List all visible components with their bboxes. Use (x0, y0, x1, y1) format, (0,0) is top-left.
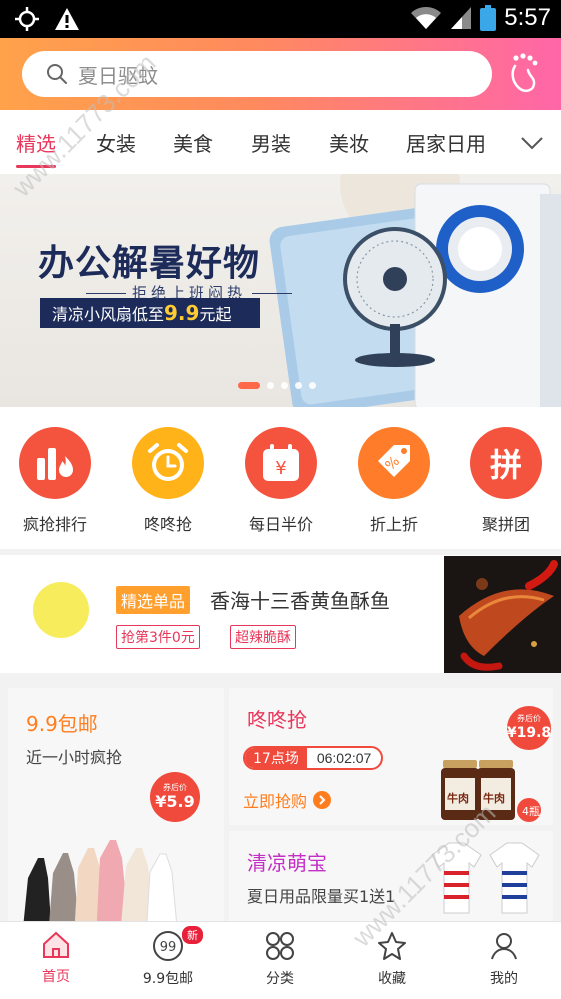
carousel-dot[interactable] (309, 382, 316, 389)
timer-countdown: 06:02:07 (316, 750, 372, 766)
quick-links: 疯抢排行 咚咚抢 ¥ 每日半价 % 折上折 拼 聚拼团 (0, 407, 561, 549)
decorative-ball (33, 582, 89, 638)
tab-mens[interactable]: 男装 (251, 110, 291, 174)
status-bar: 5:57 (0, 0, 561, 38)
banner-promo: 清凉小风扇低至 9.9 元起 (40, 298, 260, 328)
promo-suffix: 元起 (199, 305, 232, 324)
tab-food[interactable]: 美食 (173, 110, 213, 174)
wifi-icon (411, 7, 442, 29)
nav-label: 我的 (490, 971, 518, 987)
battery-icon (480, 5, 497, 31)
quick-link-flash-sale[interactable]: 咚咚抢 (123, 427, 213, 535)
featured-tag: 精选单品 (116, 586, 191, 614)
signal-icon (451, 7, 472, 29)
tab-womens[interactable]: 女装 (96, 110, 136, 174)
jar-label: 牛肉 (447, 792, 469, 805)
quick-link-extra-discount[interactable]: % 折上折 (349, 427, 439, 535)
gps-icon (15, 7, 39, 31)
category-grid-icon (266, 932, 294, 960)
discount-tag-icon: % (358, 427, 430, 499)
chevron-down-icon[interactable] (519, 130, 545, 156)
nine-nine-icon: 99 (153, 931, 183, 961)
card-title: 9.9包邮 (26, 712, 98, 736)
search-input[interactable]: 夏日驱蚊 (22, 51, 492, 97)
fried-fish-product-image (444, 556, 561, 673)
user-icon (491, 933, 517, 960)
carousel-indicator (238, 382, 316, 389)
tab-home-goods[interactable]: 居家日用 (406, 110, 486, 174)
nav-home[interactable]: 首页 (0, 930, 112, 986)
nav-label: 收藏 (378, 971, 406, 987)
alarm-clock-icon (132, 427, 204, 499)
price-badge: 券后价 ¥19.8 (507, 706, 551, 750)
new-badge: 新 (182, 926, 203, 944)
jar-label: 牛肉 (483, 792, 505, 805)
kids-tshirts-product-image (431, 842, 540, 914)
svg-text:99: 99 (160, 940, 177, 955)
card-subtitle: 夏日用品限量买1送1 (247, 887, 396, 906)
warning-icon (55, 8, 79, 30)
featured-title: 香海十三香黄鱼酥鱼 (210, 589, 390, 613)
search-icon (47, 64, 67, 84)
app-header: 夏日驱蚊 (0, 38, 561, 110)
badge-price: ¥19.8 (506, 725, 552, 741)
clock: 5:57 (504, 4, 551, 31)
badge-price: ¥5.9 (155, 792, 195, 811)
tab-selected[interactable]: 精选 (16, 110, 56, 174)
price-badge: 券后价 ¥5.9 (150, 772, 200, 822)
promo-grid: 9.9包邮 近一小时疯抢 券后价 ¥5.9 咚咚抢 17点场 06:02:07 … (0, 680, 561, 931)
nav-label: 分类 (266, 971, 294, 987)
nav-label: 9.9包邮 (142, 971, 194, 987)
nav-nine-nine[interactable]: 99 新 9.9包邮 (112, 926, 224, 988)
tab-beauty[interactable]: 美妆 (329, 110, 369, 174)
timer-slot: 17点场 (245, 748, 307, 768)
nav-favorites[interactable]: 收藏 (336, 930, 448, 988)
card-title: 咚咚抢 (247, 708, 307, 732)
star-icon (378, 932, 406, 960)
featured-product[interactable]: 精选单品 香海十三香黄鱼酥鱼 抢第3件0元 超辣脆酥 (0, 555, 561, 673)
bottle-count: 4瓶 (522, 805, 540, 818)
quick-link-label: 折上折 (369, 515, 418, 534)
bottom-navigation: 首页 99 新 9.9包邮 分类 收藏 我的 (0, 921, 561, 999)
quick-link-half-price[interactable]: ¥ 每日半价 (236, 427, 326, 535)
promo-banner[interactable]: 办公解暑好物 拒绝上班闷热 清凉小风扇低至 9.9 元起 (0, 174, 561, 407)
badge-label: 券后价 (517, 714, 541, 723)
card-title: 清凉萌宝 (247, 851, 327, 875)
banner-title: 办公解暑好物 (38, 242, 261, 284)
arrow-right-icon (313, 791, 332, 809)
carousel-dot[interactable] (238, 382, 260, 389)
quick-link-rankings[interactable]: 疯抢排行 (10, 427, 100, 535)
card-cool-baby[interactable]: 清凉萌宝 夏日用品限量买1送1 (229, 831, 553, 931)
search-placeholder: 夏日驱蚊 (78, 63, 158, 88)
group-buy-icon: 拼 (470, 427, 542, 499)
card-subtitle: 近一小时疯抢 (26, 748, 123, 767)
quick-link-label: 疯抢排行 (22, 515, 87, 534)
carousel-dot[interactable] (267, 382, 274, 389)
featured-chip: 超辣脆酥 (230, 625, 296, 649)
promo-prefix: 清凉小风扇低至 (52, 305, 165, 324)
promo-price: 9.9 (164, 301, 200, 325)
quick-link-label: 咚咚抢 (143, 515, 192, 534)
nav-profile[interactable]: 我的 (448, 930, 560, 988)
nav-category[interactable]: 分类 (224, 930, 336, 988)
featured-chip: 抢第3件0元 (116, 625, 200, 649)
nav-label: 首页 (42, 969, 70, 985)
buy-now-button[interactable]: 立即抢购 (243, 788, 332, 812)
bar-chart-flame-icon (19, 427, 91, 499)
card-free-shipping[interactable]: 9.9包邮 近一小时疯抢 券后价 ¥5.9 (8, 688, 224, 928)
footprint-icon[interactable] (503, 52, 543, 96)
carousel-dot[interactable] (295, 382, 302, 389)
quick-link-group-buy[interactable]: 拼 聚拼团 (461, 427, 551, 535)
camisoles-product-image (23, 840, 178, 928)
card-flash-sale[interactable]: 咚咚抢 17点场 06:02:07 立即抢购 券后价 ¥19.8 牛肉 牛肉 4… (229, 688, 553, 825)
svg-text:¥: ¥ (275, 458, 286, 479)
buy-now-label: 立即抢购 (243, 792, 308, 811)
carousel-dot[interactable] (281, 382, 288, 389)
quick-link-label: 聚拼团 (481, 515, 530, 534)
countdown-timer: 17点场 06:02:07 (243, 746, 384, 770)
calendar-yen-icon: ¥ (245, 427, 317, 499)
quick-link-label: 每日半价 (248, 515, 313, 534)
category-tabs: 精选 女装 美食 男装 美妆 居家日用 (0, 110, 561, 174)
home-icon (43, 931, 69, 958)
